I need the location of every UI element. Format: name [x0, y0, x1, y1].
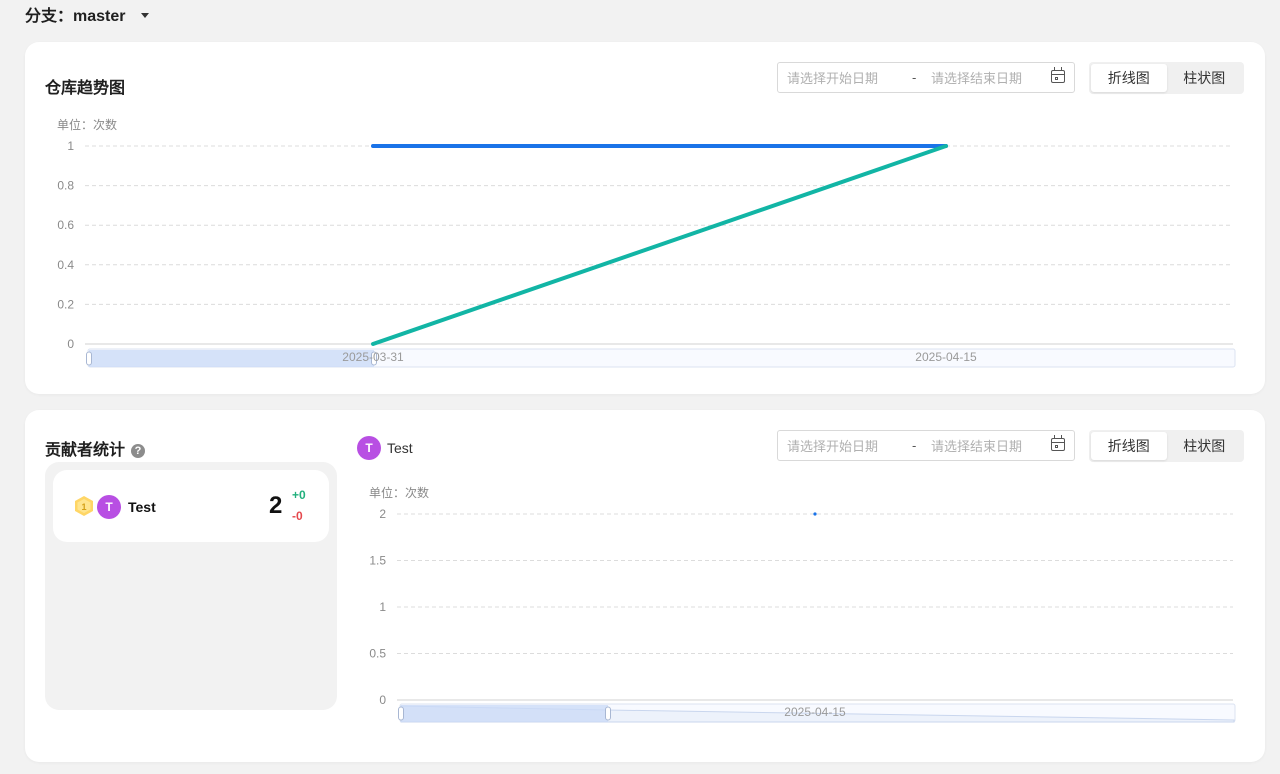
branch-selector[interactable]: 分支：master: [25, 3, 150, 25]
zoom-slider-handle: [605, 706, 611, 721]
y-tick-label: 2: [379, 507, 386, 521]
repo-trend-card: 仓库趋势图 请选择开始日期 - 请选择结束日期 折线图 柱状图 单位：次数 00…: [25, 42, 1265, 394]
data-point: [371, 144, 375, 148]
y-tick-label: 1: [67, 139, 74, 153]
y-tick-label: 0: [67, 337, 74, 351]
y-tick-label: 0: [379, 693, 386, 707]
repo-trend-chart: 0 0.2 0.4 0.6 0.8 1 2025-03-31 2025-04-15: [57, 139, 1236, 368]
x-tick-label: 2025-04-15: [784, 705, 846, 719]
y-tick-label: 1.5: [369, 554, 386, 568]
y-tick-label: 1: [379, 600, 386, 614]
x-tick-label: 2025-03-31: [342, 350, 404, 364]
zoom-slider-selection: [89, 350, 374, 367]
x-tick-label: 2025-04-15: [915, 350, 977, 364]
data-point: [944, 144, 948, 148]
y-tick-label: 0.5: [369, 647, 386, 661]
caret-down-icon: [141, 12, 150, 18]
contributors-chart: 0 0.5 1 1.5 2 2025-04-15: [369, 507, 1236, 723]
branch-label: 分支：master: [25, 8, 126, 25]
data-point: [813, 512, 817, 516]
data-point: [371, 342, 375, 346]
y-tick-label: 0.2: [57, 297, 74, 311]
zoom-slider-handle: [86, 351, 92, 366]
y-tick-label: 0.8: [57, 179, 74, 193]
contributors-card: 贡献者统计? 1 T Test 2 +0 -0 T Test 请选择开始日期 -…: [25, 410, 1265, 762]
series-line: [371, 144, 948, 346]
zoom-slider-selection: [401, 705, 608, 722]
y-tick-label: 0.4: [57, 258, 74, 272]
zoom-slider-handle: [398, 706, 404, 721]
y-tick-label: 0.6: [57, 218, 74, 232]
